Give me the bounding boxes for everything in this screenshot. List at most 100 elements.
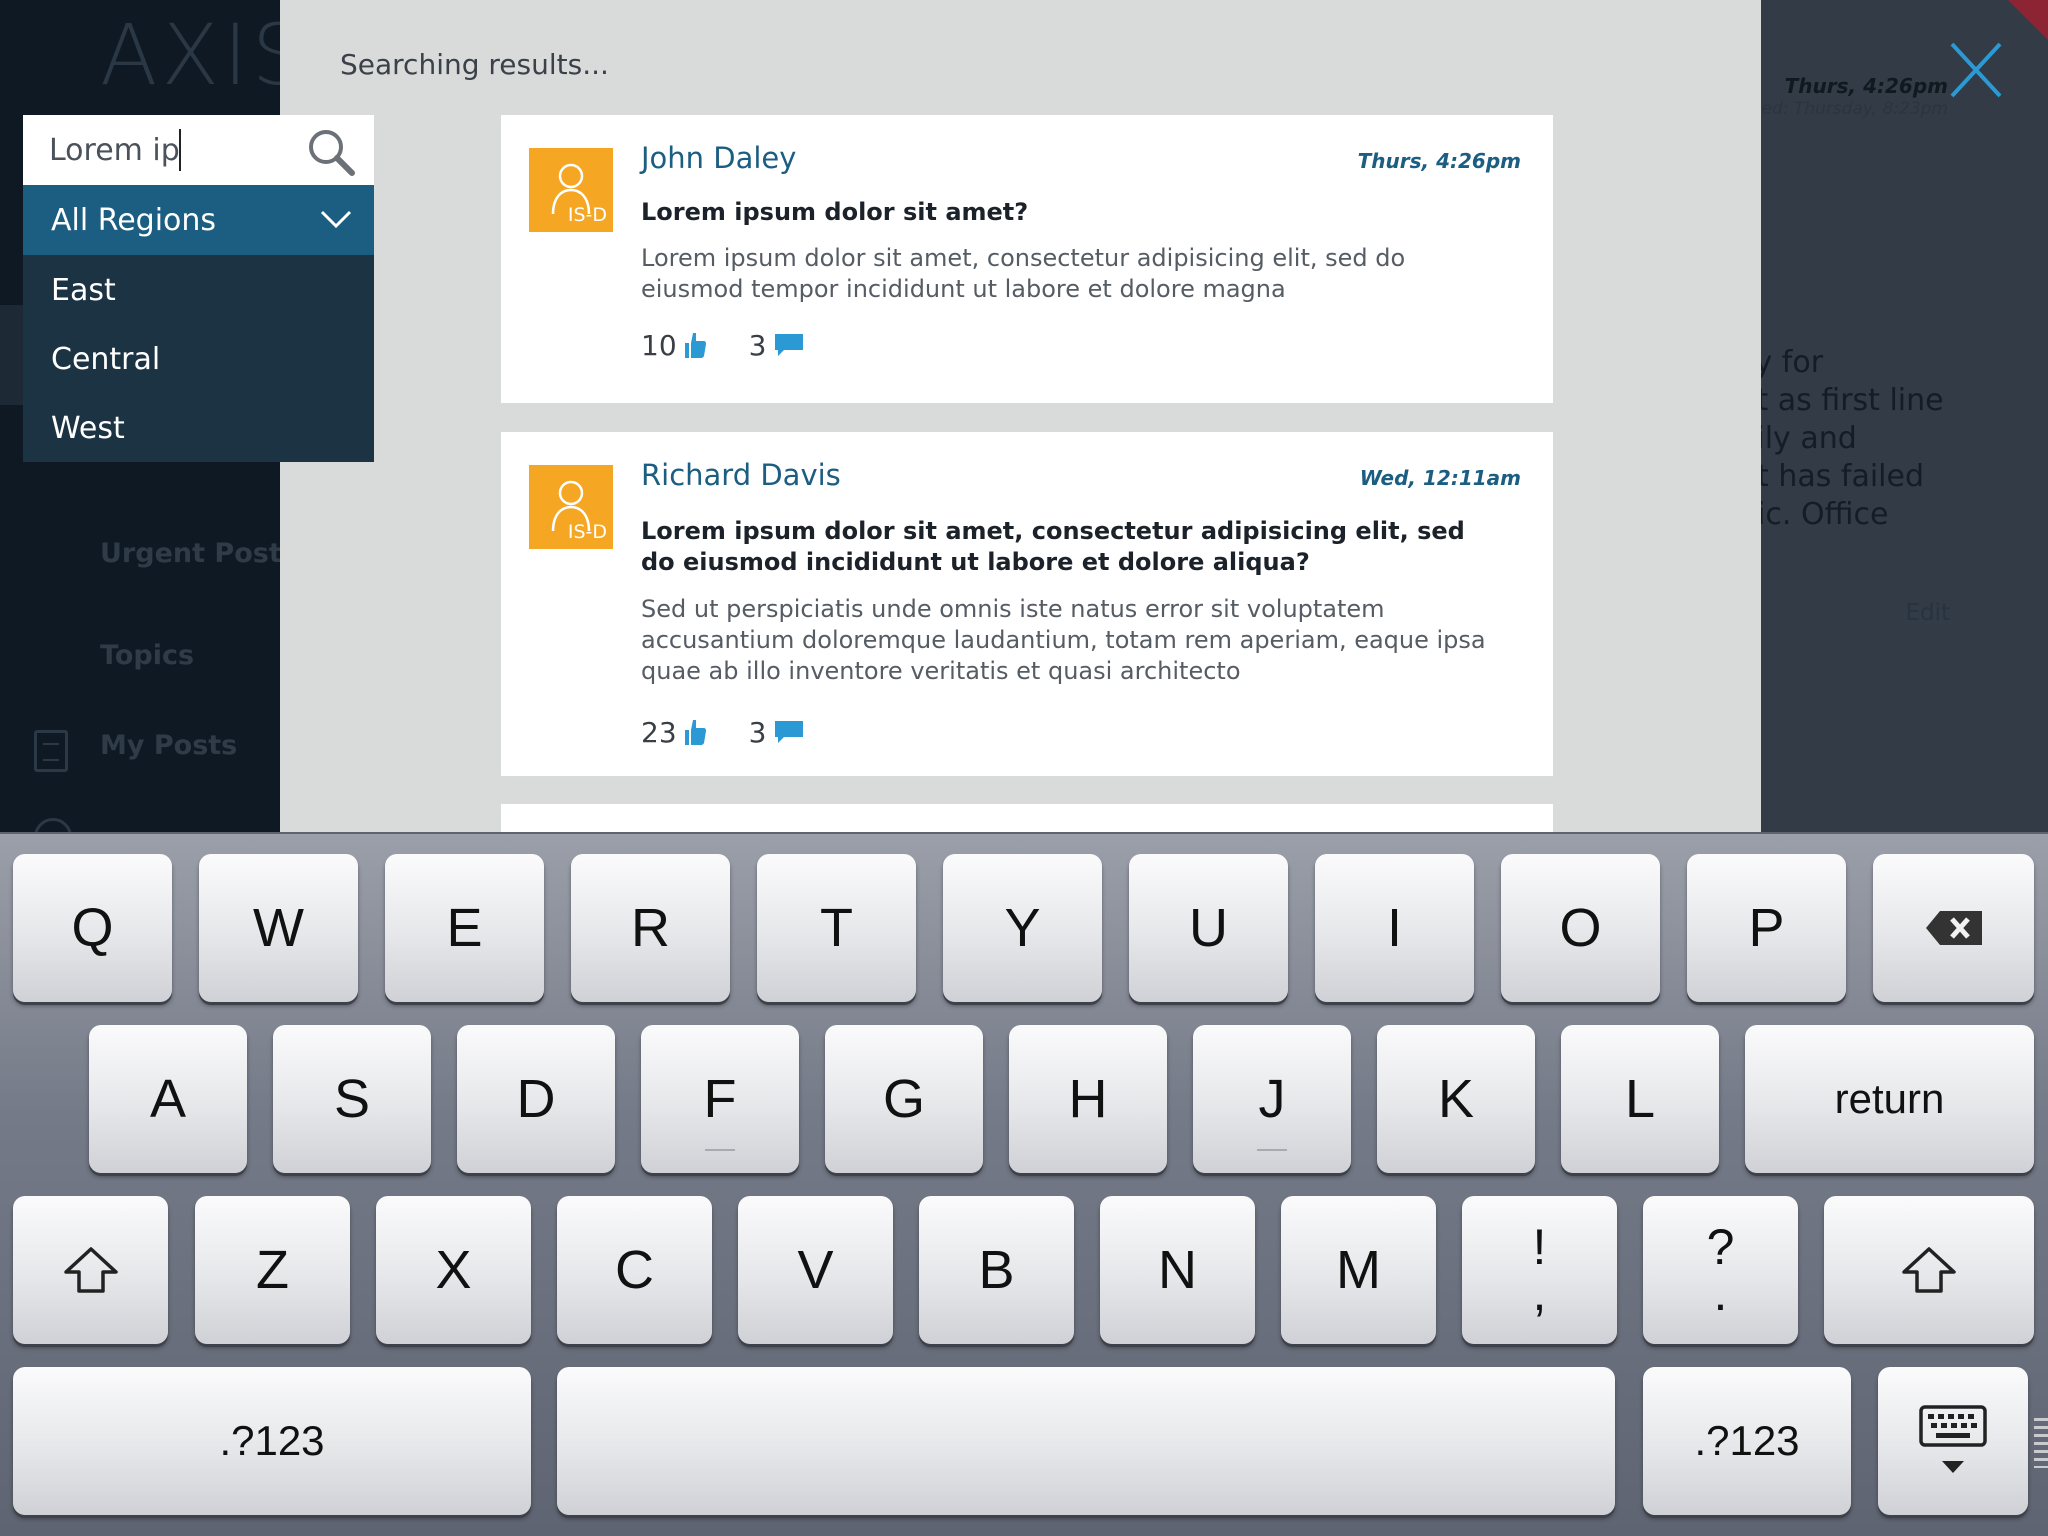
bg-text-line: et as first line xyxy=(1760,383,1944,418)
region-select[interactable]: All Regions xyxy=(23,185,374,255)
result-author[interactable]: Richard Davis xyxy=(641,458,841,492)
key-label: M xyxy=(1336,1240,1381,1300)
key-label: S xyxy=(333,1069,371,1129)
key-o[interactable]: O xyxy=(1501,854,1660,1002)
key-s[interactable]: S xyxy=(273,1025,431,1173)
key-n[interactable]: N xyxy=(1100,1196,1255,1344)
region-option-central[interactable]: Central xyxy=(23,324,374,393)
comment-icon xyxy=(775,334,804,356)
key-v[interactable]: V xyxy=(738,1196,893,1344)
key-shift-left[interactable] xyxy=(13,1196,168,1344)
key-label: I xyxy=(1386,898,1402,958)
key-label: O xyxy=(1559,898,1602,958)
close-icon[interactable] xyxy=(1948,40,2004,100)
key-exclaim-comma[interactable]: ! , xyxy=(1462,1196,1617,1344)
thumbs-up-icon xyxy=(684,333,706,358)
bg-text-line: aily and xyxy=(1760,421,1857,456)
key-h[interactable]: H xyxy=(1009,1025,1167,1173)
comment-count[interactable]: 3 xyxy=(749,329,805,362)
like-count-value: 10 xyxy=(641,328,677,362)
key-shift-right[interactable] xyxy=(1824,1196,2034,1344)
result-stats: 10 3 xyxy=(641,325,804,365)
key-q[interactable]: Q xyxy=(13,854,172,1002)
key-t[interactable]: T xyxy=(757,854,916,1002)
key-return[interactable]: return xyxy=(1745,1025,2034,1173)
result-card[interactable] xyxy=(501,804,1553,832)
key-backspace[interactable] xyxy=(1873,854,2034,1002)
result-title[interactable]: Lorem ipsum dolor sit amet, consectetur … xyxy=(641,516,1471,578)
key-label: Z xyxy=(256,1240,289,1300)
key-label: A xyxy=(149,1069,187,1129)
key-z[interactable]: Z xyxy=(195,1196,350,1344)
key-m[interactable]: M xyxy=(1281,1196,1436,1344)
avatar: IS-D xyxy=(529,465,613,549)
key-u[interactable]: U xyxy=(1129,854,1288,1002)
background-edit-link: Edit xyxy=(1905,600,1950,626)
sidebar-selection-marker xyxy=(0,305,24,405)
key-numbers-left[interactable]: .?123 xyxy=(13,1367,531,1515)
search-status: Searching results... xyxy=(340,48,609,81)
bg-text-line: cy for xyxy=(1760,345,1824,380)
key-r[interactable]: R xyxy=(571,854,730,1002)
comment-icon xyxy=(775,721,804,743)
key-a[interactable]: A xyxy=(89,1025,247,1173)
key-j[interactable]: J xyxy=(1193,1025,1351,1173)
search-input[interactable] xyxy=(49,127,299,173)
key-label: Q xyxy=(71,898,114,958)
like-count[interactable]: 10 xyxy=(641,329,707,362)
background-detail-panel: Thurs, 4:26pm ed: Thursday, 8:23pm cy fo… xyxy=(1760,0,2048,832)
nav-my-posts[interactable]: My Posts xyxy=(100,730,237,761)
comment-count[interactable]: 3 xyxy=(749,716,805,749)
key-label-bottom: . xyxy=(1713,1265,1728,1321)
key-label-top: ? xyxy=(1706,1219,1735,1275)
region-option-west[interactable]: West xyxy=(23,393,374,462)
result-card[interactable]: IS-D Richard Davis Wed, 12:11am Lorem ip… xyxy=(501,432,1553,776)
search-icon[interactable] xyxy=(306,127,356,177)
background-post-text: cy for et as first line aily and nt has … xyxy=(1760,344,2048,534)
key-b[interactable]: B xyxy=(919,1196,1074,1344)
key-label: C xyxy=(615,1240,654,1300)
bg-text-line: gic. Office xyxy=(1760,497,1889,532)
on-screen-keyboard: Q W E R T Y U I O P A S D F G H J K L re… xyxy=(0,832,2048,1536)
key-label: .?123 xyxy=(219,1417,325,1464)
key-c[interactable]: C xyxy=(557,1196,712,1344)
like-count-value: 23 xyxy=(641,715,677,749)
document-icon xyxy=(34,730,68,772)
home-key-marker xyxy=(705,1149,735,1151)
key-dismiss-keyboard[interactable] xyxy=(1878,1367,2028,1515)
result-card[interactable]: IS-D John Daley Thurs, 4:26pm Lorem ipsu… xyxy=(501,115,1553,403)
key-d[interactable]: D xyxy=(457,1025,615,1173)
key-numbers-right[interactable]: .?123 xyxy=(1643,1367,1851,1515)
key-label: R xyxy=(631,898,670,958)
key-p[interactable]: P xyxy=(1687,854,1846,1002)
nav-topics[interactable]: Topics xyxy=(100,640,194,671)
result-timestamp: Wed, 12:11am xyxy=(1359,466,1521,490)
key-k[interactable]: K xyxy=(1377,1025,1535,1173)
result-title[interactable]: Lorem ipsum dolor sit amet? xyxy=(641,197,1471,228)
key-i[interactable]: I xyxy=(1315,854,1474,1002)
key-w[interactable]: W xyxy=(199,854,358,1002)
search-bar xyxy=(23,115,374,185)
text-caret xyxy=(179,129,181,171)
key-g[interactable]: G xyxy=(825,1025,983,1173)
key-label: N xyxy=(1158,1240,1197,1300)
result-body: Sed ut perspiciatis unde omnis iste natu… xyxy=(641,595,1486,685)
key-f[interactable]: F xyxy=(641,1025,799,1173)
key-label: G xyxy=(882,1069,925,1129)
result-author[interactable]: John Daley xyxy=(641,141,796,175)
corner-flag xyxy=(2008,0,2048,40)
region-option-east[interactable]: East xyxy=(23,255,374,324)
key-l[interactable]: L xyxy=(1561,1025,1719,1173)
region-selected-label: All Regions xyxy=(51,203,217,238)
key-x[interactable]: X xyxy=(376,1196,531,1344)
result-stats: 23 3 xyxy=(641,712,804,752)
key-question-period[interactable]: ? . xyxy=(1643,1196,1798,1344)
key-y[interactable]: Y xyxy=(943,854,1102,1002)
key-e[interactable]: E xyxy=(385,854,544,1002)
nav-urgent-posts[interactable]: Urgent Posts xyxy=(100,538,298,569)
key-label: B xyxy=(978,1240,1015,1300)
key-space[interactable] xyxy=(557,1367,1615,1515)
key-label: P xyxy=(1748,898,1785,958)
like-count[interactable]: 23 xyxy=(641,716,707,749)
comment-count-value: 3 xyxy=(748,715,767,749)
